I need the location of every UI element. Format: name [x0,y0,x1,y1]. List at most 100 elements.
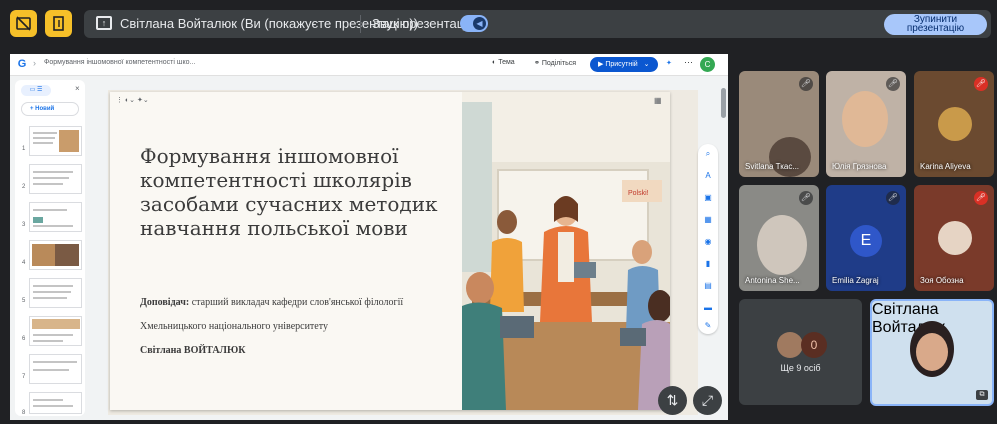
no-captions-icon [16,16,31,31]
thumb-number: 7 [22,374,26,380]
link-icon: ⚭ [534,60,542,67]
slide-mini-toolbar[interactable]: ⋮ ◐⌄ ✦⌄ [116,96,149,104]
avatar [777,332,803,358]
door-icon [53,16,64,31]
current-slide[interactable]: ⋮ ◐⌄ ✦⌄ Формування іншомовної компетентн… [110,92,670,410]
theme-button[interactable]: ◐ Тема [492,59,515,66]
participant-tile[interactable]: 🎤︎ Юлія Грязнова [826,71,906,177]
expand-diagonal-icon: ⤢ [701,392,714,408]
thumb-number: 5 [22,298,26,304]
doc-title[interactable]: Формування іншомовної компетентності шко… [44,59,195,66]
mic-off-icon: 🎤︎ [886,191,900,205]
more-count-avatar: 0 [801,332,827,358]
divider [360,15,361,33]
sparkle-icon[interactable]: ✦ [666,59,672,67]
expand-button[interactable]: ⤢ [693,386,722,415]
scrollbar[interactable] [721,84,726,414]
author-line: Світлана ВОЙТАЛЮК [140,345,246,356]
speaker-label: Доповідач: [140,297,190,308]
doc-toolbar: G › Формування іншомовної компетентності… [10,54,728,76]
participant-tile[interactable]: 🎤︎ Зоя Обозна [914,185,994,291]
thumb-number: 4 [22,260,26,266]
meet-window: ↑ Світлана Войталюк (Ви (покажуєте презе… [0,0,997,424]
theme-label: Тема [498,59,515,66]
avatar [938,107,972,141]
layout-toggle-button[interactable] [45,10,72,37]
present-button[interactable]: ▶ Присутній ⌄ [590,57,658,72]
presentation-banner: ↑ Світлана Войталюк (Ви (покажуєте презе… [84,10,991,38]
thumb-number: 1 [22,146,26,152]
image-icon[interactable]: ▣ [702,192,714,204]
thumb-number: 6 [22,336,26,342]
participant-name: Зоя Обозна [920,276,964,285]
shared-screen: G › Формування іншомовної компетентності… [10,54,728,420]
new-slide-button[interactable]: + Новий [21,102,79,116]
participant-video [769,137,811,177]
slide-thumbnail[interactable] [29,278,82,308]
participant-tile[interactable]: E 🎤︎ Emilia Zagraj [826,185,906,291]
mic-off-icon: 🎤︎ [886,77,900,91]
slide-thumbnail[interactable] [29,392,82,414]
stop-presenting-button[interactable]: Зупинити презентацію [884,14,987,35]
zoom-icon[interactable]: ⌕ [702,148,714,160]
scrollbar-thumb[interactable] [721,88,726,118]
board-word: Polski! [628,190,649,197]
edit-icon[interactable]: ✎ [702,320,714,332]
presentation-sound-label: Звук презентації [372,16,471,31]
speaker-line: Доповідач: старший викладач кафедри слов… [140,297,403,308]
participant-video [842,91,888,147]
self-view-tile[interactable]: Світлана Войталюк ⧉ [870,299,994,406]
more-participants-tile[interactable]: 0 Ще 9 осіб [739,299,862,405]
participant-name: Юлія Грязнова [832,162,887,171]
self-options-icon[interactable]: ⧉ [976,390,988,400]
text-style-icon[interactable]: A [702,170,714,182]
participant-name: Emilia Zagraj [832,276,879,285]
share-button[interactable]: ⚭ Поділіться [534,59,576,67]
mic-off-icon: 🎤︎ [974,191,988,205]
calendar-icon[interactable]: ▦ [654,96,662,105]
close-icon[interactable]: × [75,84,80,93]
self-face [916,333,948,371]
table-icon[interactable]: ▤ [702,280,714,292]
chart-icon[interactable]: ▮ [702,258,714,270]
participant-name: Svitlana Ткас... [745,162,800,171]
classroom-illustration: Polski! [462,92,670,410]
view-toggle-tabs[interactable]: ▭ ☰ [21,85,51,96]
more-options-icon[interactable]: ⋯ [684,57,693,68]
swap-vertical-icon: ⇅ [666,392,679,408]
slide-thumbnail[interactable] [29,240,82,270]
slide-thumbnail[interactable] [29,126,82,156]
account-avatar[interactable]: С [700,57,715,72]
participant-name: Karina Aliyeva [920,162,971,171]
thumb-number: 3 [22,222,26,228]
top-bar: ↑ Світлана Войталюк (Ви (покажуєте презе… [0,0,997,48]
presentation-sound-toggle[interactable]: ◀ [460,15,488,32]
toggle-icon[interactable]: ◉ [702,236,714,248]
slide-thumbnail[interactable] [29,164,82,194]
slide-canvas: ⋮ ◐⌄ ✦⌄ Формування іншомовної компетентн… [108,90,698,415]
mic-off-icon: 🎤︎ [799,191,813,205]
speaker-icon: ◀ [473,17,486,30]
university-line: Хмельницького національного університету [140,321,328,332]
slide-thumbnail[interactable] [29,354,82,384]
layout-icon[interactable]: ▬ [702,302,714,314]
slides-sidebar: ▭ ☰ × + Новий 1 2 3 4 5 6 7 8 [15,80,85,416]
participant-tile[interactable]: 🎤︎ Antonina She... [739,185,819,291]
thumb-number: 8 [22,410,26,416]
captions-toggle-button[interactable] [10,10,37,37]
grid-icon[interactable]: ▦ [702,214,714,226]
slide-thumbnail[interactable] [29,202,82,232]
present-screen-icon: ↑ [96,16,112,30]
participant-tile[interactable]: 🎤︎ Svitlana Ткас... [739,71,819,177]
slide-tools-panel: ⌕ A ▣ ▦ ◉ ▮ ▤ ▬ ✎ [698,144,718,334]
more-participants-label: Ще 9 осіб [780,363,821,373]
swap-arrows-button[interactable]: ⇅ [658,386,687,415]
participant-initial: E [850,225,882,257]
participant-tile[interactable]: 🎤︎ Karina Aliyeva [914,71,994,177]
slide-title: Формування іншомовної компетентності шко… [140,144,438,240]
slide-thumbnail[interactable] [29,316,82,346]
thumb-number: 2 [22,184,26,190]
google-logo-icon[interactable]: G [15,57,29,71]
mic-off-icon: 🎤︎ [799,77,813,91]
chevron-right-icon: › [33,58,36,68]
